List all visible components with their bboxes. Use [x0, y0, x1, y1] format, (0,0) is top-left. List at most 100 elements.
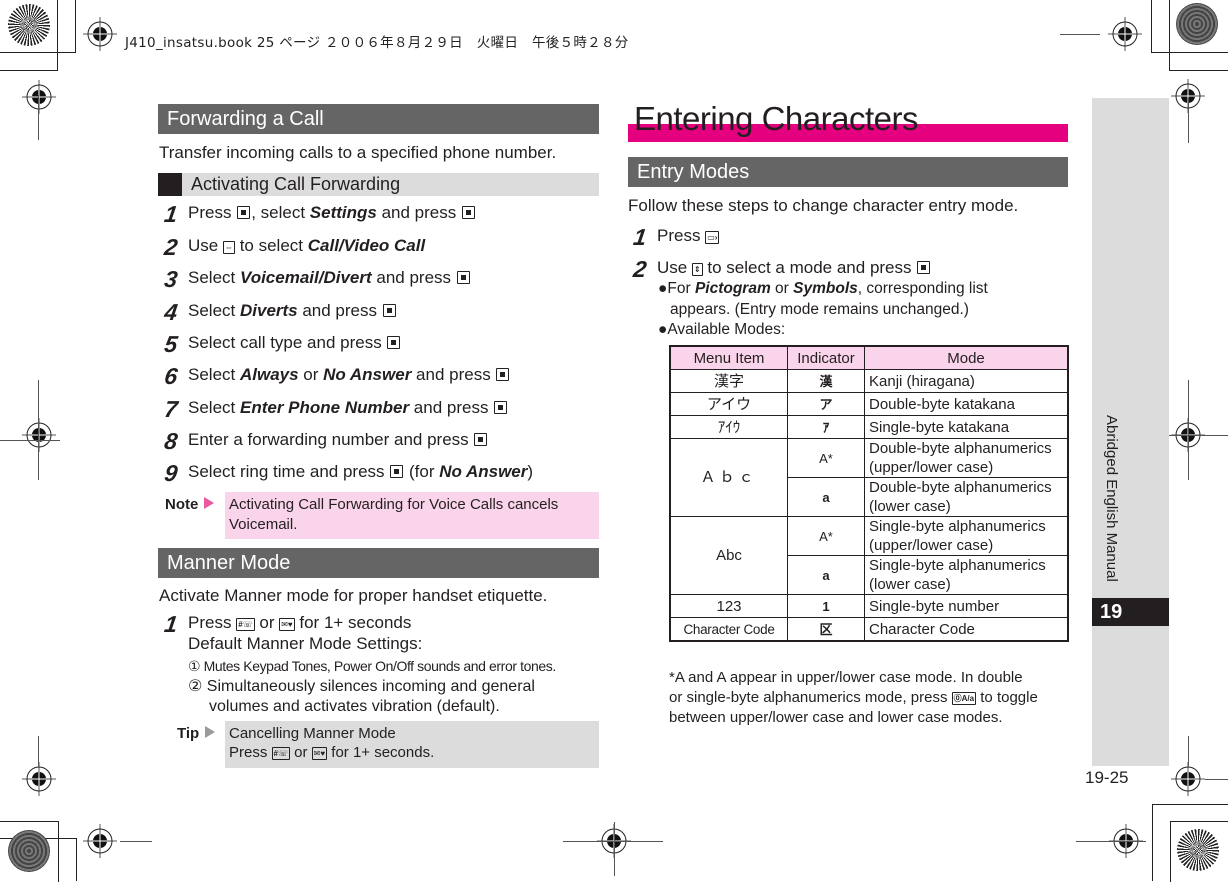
registration-mark-icon	[22, 418, 56, 452]
center-key-icon	[382, 304, 396, 317]
text: and press	[297, 301, 382, 320]
column-header: Mode	[864, 345, 1069, 370]
text: or	[770, 280, 794, 297]
crop-line	[120, 841, 152, 842]
bullet-item: ●For Pictogram or Symbols, corresponding…	[658, 280, 988, 297]
registration-mark-icon	[1171, 762, 1205, 796]
table-row: Abc A* Single-byte alphanumerics (upper/lo…	[669, 516, 1069, 595]
step-number: 8	[162, 428, 180, 454]
note-box: Activating Call Forwarding for Voice Cal…	[225, 492, 599, 539]
chapter-number: 19	[1092, 598, 1169, 626]
text: Select	[188, 268, 240, 287]
center-key-icon	[474, 433, 488, 446]
step-text: Select call type and press	[188, 333, 401, 353]
menu-item-cell: ｱｲｳ	[669, 415, 788, 439]
text: , corresponding list	[857, 280, 988, 297]
indicator-cell: ア	[787, 392, 865, 416]
table-row: Ａｂｃ A* Double-byte alphanumerics (upper/lo…	[669, 438, 1069, 517]
nav-key-icon: ⇔	[222, 241, 235, 254]
mode-cell: Single-byte number	[864, 594, 1069, 618]
indicator-cell: 1	[787, 594, 865, 618]
step-text: Select Voicemail/Divert and press	[188, 268, 471, 288]
setting-item: ① Mutes Keypad Tones, Power On/Off sound…	[188, 658, 556, 674]
text: )	[527, 462, 534, 481]
menu-term: Settings	[309, 203, 377, 222]
text: or single-byte alphanumerics mode, press	[669, 689, 952, 706]
print-header: J410_insatsu.book 25 ページ ２００６年８月２９日 火曜日 …	[125, 35, 629, 51]
table-row: アイウア Double-byte katakana	[669, 392, 1069, 416]
text: Press	[188, 203, 237, 222]
registration-mark-icon	[83, 824, 117, 858]
step-text: Press , select Settings and press	[188, 203, 476, 223]
setting-item-cont: volumes and activates vibration (default…	[209, 698, 500, 715]
text: Symbols	[793, 280, 858, 297]
indicator-cell: A*	[787, 516, 865, 556]
side-tab-label: Abridged English Manual	[1103, 415, 1120, 582]
text: Available Modes:	[667, 321, 786, 338]
tip-title: Cancelling Manner Mode	[229, 725, 396, 742]
step-number: 1	[162, 611, 180, 637]
step-text: Select ring time and press (for No Answe…	[188, 462, 533, 482]
center-key-icon	[456, 271, 470, 284]
mode-cell: Single-byte alphanumerics (upper/lower c…	[864, 516, 1069, 556]
table-row: Character Code 区 Character Code	[669, 617, 1069, 642]
star-target-icon	[1176, 3, 1218, 45]
crop-line	[1188, 98, 1189, 143]
step-text: Use ⇕ to select a mode and press	[657, 258, 931, 278]
text: For	[667, 280, 695, 297]
case-toggle-key-icon: ⓪A/a	[951, 692, 977, 705]
menu-term: No Answer	[323, 365, 412, 384]
step-number: 2	[631, 256, 649, 282]
step-number: 1	[631, 224, 649, 250]
note-label-text: Note	[165, 496, 199, 513]
footnote-line: between upper/lower case and lower case …	[669, 709, 1003, 726]
text: to toggle	[976, 689, 1038, 706]
crop-line	[38, 736, 39, 766]
step-number: 3	[162, 266, 180, 292]
registration-mark-icon	[22, 762, 56, 796]
center-key-icon	[917, 261, 931, 274]
text: or	[298, 365, 324, 384]
subsection-title: Activating Call Forwarding	[191, 174, 401, 194]
step-text: Select Always or No Answer and press	[188, 365, 510, 385]
text-mode-key-icon: ▭›	[705, 231, 720, 244]
mode-cell: Character Code	[864, 617, 1069, 642]
table-row: ｱｲｳｱ Single-byte katakana	[669, 415, 1069, 439]
center-key-icon	[496, 368, 510, 381]
section-title: Entry Modes	[628, 157, 1068, 187]
text: to select a mode and press	[702, 258, 917, 277]
crop-line	[0, 440, 60, 441]
step-number: 6	[162, 363, 180, 389]
mode-cell: Double-byte alphanumerics (lower case)	[864, 477, 1069, 517]
text: for 1+ seconds.	[327, 744, 435, 761]
indicator-cell: a	[787, 477, 865, 517]
subsection-marker	[158, 173, 182, 196]
text: and press	[371, 268, 456, 287]
text: Pictogram	[694, 280, 771, 297]
note-label: Note	[165, 496, 215, 513]
menu-item-cell: Abc	[669, 516, 788, 595]
table-footnote: *A and A appear in upper/lower case mode…	[669, 668, 1038, 728]
indicator-cell: 漢	[787, 369, 865, 393]
section-intro: Transfer incoming calls to a specified p…	[159, 143, 557, 162]
hash-key-icon: #☏	[271, 747, 290, 760]
indicator-cell: A*	[787, 438, 865, 478]
step-number: 5	[162, 331, 180, 357]
chapter-title: Entering Characters	[634, 100, 918, 137]
registration-mark-icon	[1108, 17, 1142, 51]
footnote-line: *A and A appear in upper/lower case mode…	[669, 669, 1023, 686]
table-header-row: Menu Item Indicator Mode	[669, 345, 1069, 370]
text: Use	[657, 258, 692, 277]
text: Select call type and press	[188, 333, 387, 352]
mode-cell: Single-byte katakana	[864, 415, 1069, 439]
center-key-icon	[494, 401, 508, 414]
step-text: Press #☏ or ✉♥ for 1+ seconds	[188, 613, 411, 633]
crop-line	[563, 841, 663, 842]
star-target-icon	[8, 830, 50, 872]
subsection-bar: Activating Call Forwarding	[158, 173, 599, 196]
column-header: Menu Item	[669, 345, 788, 370]
registration-mark-icon	[83, 17, 117, 51]
section-title: Manner Mode	[158, 548, 599, 578]
default-settings-heading: Default Manner Mode Settings:	[188, 634, 423, 653]
menu-item-cell: アイウ	[669, 392, 788, 416]
